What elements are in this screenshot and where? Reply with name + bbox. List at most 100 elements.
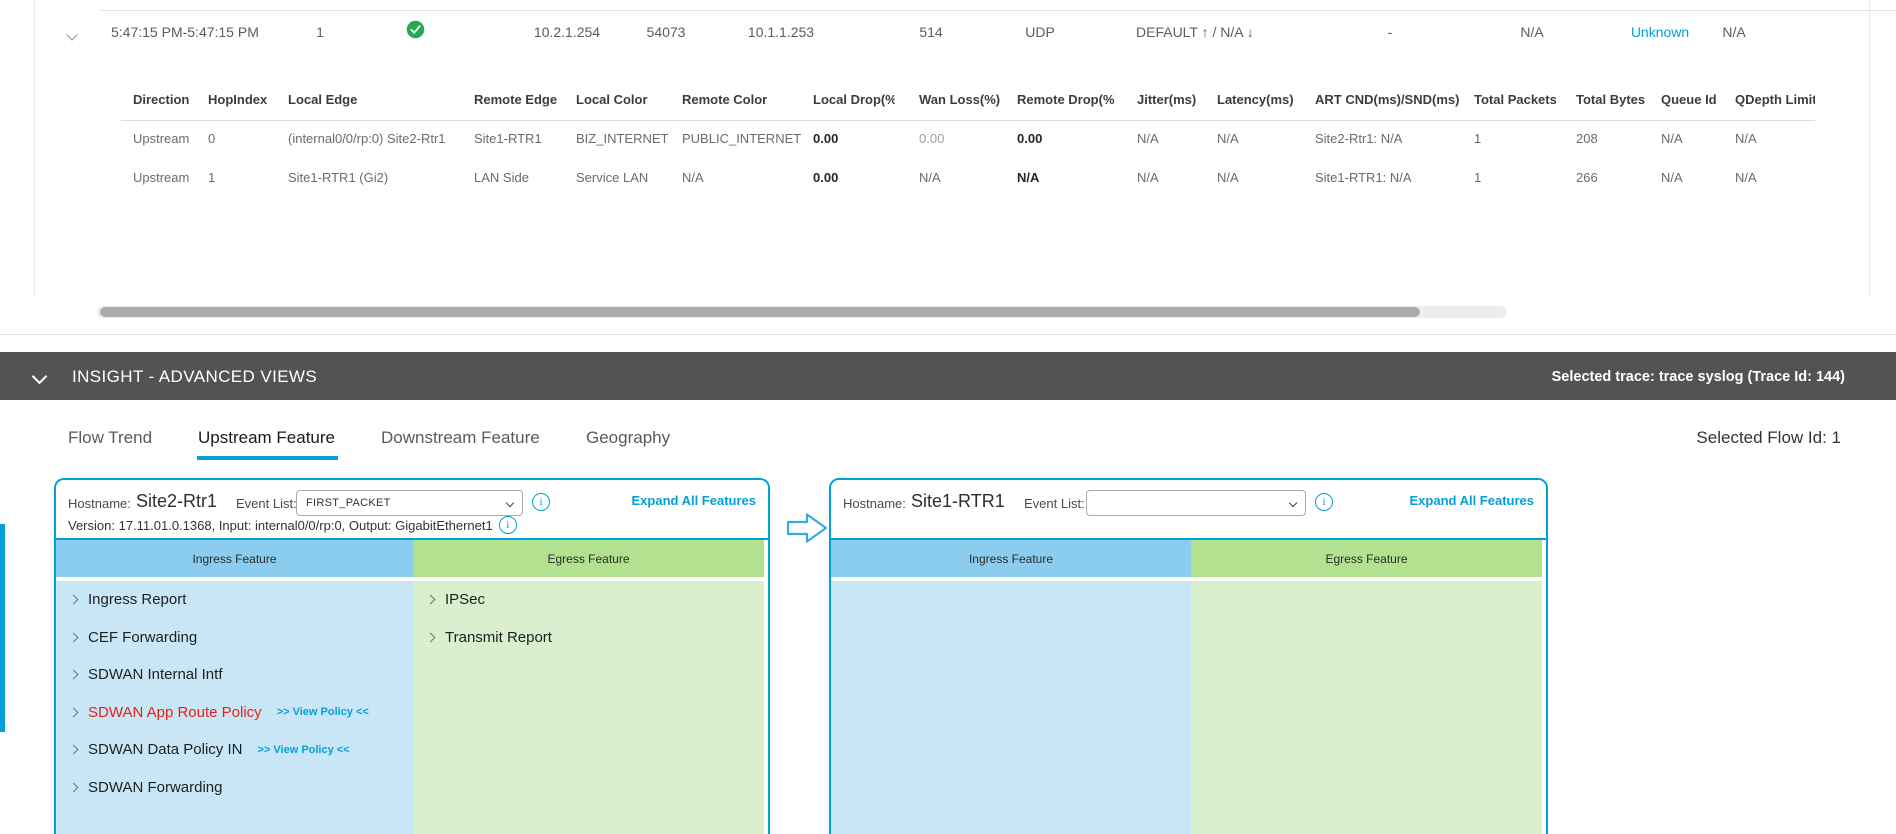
hop-cell: LAN Side [474, 170, 529, 185]
view-policy-link[interactable]: >> View Policy << [257, 744, 349, 756]
flow-time-range: 5:47:15 PM-5:47:15 PM [111, 24, 259, 40]
feature-row-ipsec[interactable]: IPSec [413, 581, 764, 619]
col-hopindex: HopIndex [208, 92, 268, 107]
panel-header: Hostname: Site1-RTR1 Event List: i Expan… [831, 480, 1546, 540]
insight-banner: INSIGHT - ADVANCED VIEWS Selected trace:… [0, 352, 1896, 400]
view-policy-link[interactable]: >> View Policy << [277, 706, 369, 718]
tab-geography[interactable]: Geography [586, 428, 670, 448]
hop-table-header: Direction HopIndex Local Edge Remote Edg… [0, 92, 1815, 112]
flow-protocol: UDP [1025, 24, 1055, 40]
chevron-down-icon[interactable] [31, 368, 48, 387]
info-icon[interactable]: i [498, 516, 517, 534]
col-remote-edge: Remote Edge [474, 92, 558, 107]
col-remote-drop: Remote Drop(%) [1017, 92, 1115, 107]
flow-na-a: N/A [1520, 24, 1544, 40]
feature-row-sdwan-data-policy-in[interactable]: SDWAN Data Policy IN >> View Policy << [56, 731, 413, 769]
hostname-label: Hostname: [843, 496, 906, 511]
hop-cell: 266 [1576, 170, 1598, 185]
feature-row-ingress-report[interactable]: Ingress Report [56, 581, 413, 619]
hop-cell: N/A [919, 170, 941, 185]
chevron-right-icon [425, 594, 436, 605]
col-jitter: Jitter(ms) [1137, 92, 1197, 107]
hop-cell: Site1-RTR1: N/A [1315, 170, 1412, 185]
hop-cell: 1 [1474, 131, 1482, 146]
flow-dash: - [1387, 24, 1393, 40]
selected-trace-label: Selected trace: trace syslog (Trace Id: … [1551, 369, 1845, 385]
flow-src-port: 54073 [646, 24, 686, 40]
col-latency: Latency(ms) [1217, 92, 1294, 107]
horizontal-scrollbar-track[interactable] [97, 306, 1507, 318]
flow-src-ip: 10.2.1.254 [533, 24, 601, 40]
col-qdepth: QDepth Limit/M [1735, 92, 1815, 107]
info-icon[interactable]: i [532, 493, 550, 511]
feature-column-headers: Ingress Feature Egress Feature [56, 540, 768, 577]
flow-hop-count: 1 [316, 24, 324, 40]
hop-cell: Upstream [133, 170, 190, 185]
hop-cell: Upstream [133, 131, 190, 146]
ingress-feature-header: Ingress Feature [831, 540, 1191, 577]
arrow-right-icon [786, 511, 828, 550]
feature-row-sdwan-forwarding[interactable]: SDWAN Forwarding [56, 769, 413, 807]
tab-upstream-feature[interactable]: Upstream Feature [198, 428, 335, 448]
hop-cell: Site1-RTR1 (Gi2) [288, 170, 389, 185]
hop-cell: N/A [1017, 170, 1040, 185]
feature-label: Transmit Report [445, 628, 552, 646]
hostname-value: Site2-Rtr1 [136, 491, 218, 511]
expand-all-features-link[interactable]: Expand All Features [1410, 493, 1535, 508]
section-divider [0, 334, 1896, 335]
col-local-drop: Local Drop(%) [813, 92, 895, 107]
chevron-right-icon [68, 782, 79, 793]
feature-row-cef-forwarding[interactable]: CEF Forwarding [56, 619, 413, 657]
flow-state-link[interactable]: Unknown [1625, 24, 1695, 40]
insight-banner-title: INSIGHT - ADVANCED VIEWS [72, 367, 318, 386]
hop-cell: N/A [1735, 170, 1757, 185]
info-icon[interactable]: i [1315, 493, 1333, 511]
hostname-value: Site1-RTR1 [911, 491, 1005, 511]
chevron-right-icon [68, 669, 79, 680]
col-local-edge: Local Edge [288, 92, 358, 107]
hop-cell: N/A [1735, 131, 1757, 146]
chevron-right-icon [68, 744, 79, 755]
row-expander[interactable] [66, 26, 78, 42]
chevron-right-icon [68, 632, 79, 643]
expand-all-features-link[interactable]: Expand All Features [632, 493, 757, 508]
col-wan-loss: Wan Loss(%) [919, 92, 1001, 107]
feature-row-sdwan-app-route-policy[interactable]: SDWAN App Route Policy >> View Policy << [56, 694, 413, 732]
col-direction: Direction [133, 92, 190, 107]
hop-cell: 0.00 [813, 131, 839, 146]
tab-flow-trend[interactable]: Flow Trend [68, 428, 152, 448]
hop-cell: 0.00 [813, 170, 839, 185]
event-list-dropdown[interactable]: FIRST_PACKET [296, 490, 523, 516]
feature-columns [831, 581, 1546, 834]
tab-downstream-feature[interactable]: Downstream Feature [381, 428, 540, 448]
flow-dscp: DEFAULT ↑ / N/A ↓ [1136, 24, 1254, 40]
egress-feature-list-empty [1191, 581, 1542, 834]
hop-table-header-divider [121, 120, 1815, 121]
event-list-dropdown[interactable] [1086, 490, 1306, 516]
hop-cell: Site2-Rtr1: N/A [1315, 131, 1403, 146]
active-tab-indicator [197, 456, 338, 460]
egress-feature-list: IPSec Transmit Report [413, 581, 764, 834]
col-art: ART CND(ms)/SND(ms) [1315, 92, 1460, 107]
chevron-right-icon [425, 632, 436, 643]
feature-label: IPSec [445, 591, 486, 609]
version-line: Version: 17.11.01.0.1368, Input: interna… [68, 516, 517, 534]
col-remote-color: Remote Color [682, 92, 768, 107]
chevron-down-icon [1288, 498, 1298, 508]
hop-cell: 1 [208, 170, 216, 185]
hop-cell: N/A [1137, 131, 1159, 146]
event-list-label: Event List: [236, 496, 297, 511]
flow-dst-port: 514 [919, 24, 943, 40]
feature-label-alert: SDWAN App Route Policy [88, 703, 262, 721]
feature-row-sdwan-internal-intf[interactable]: SDWAN Internal Intf [56, 656, 413, 694]
feature-row-transmit-report[interactable]: Transmit Report [413, 619, 764, 657]
page-root: 5:47:15 PM-5:47:15 PM 1 10.2.1.254 54073… [0, 0, 1896, 834]
feature-label: SDWAN Data Policy IN [88, 741, 243, 759]
table-top-border [100, 10, 1896, 11]
hostname-label: Hostname: [68, 496, 131, 511]
hop-cell: 0.00 [919, 131, 945, 146]
hop-cell: N/A [1137, 170, 1159, 185]
panel-header: Hostname: Site2-Rtr1 Event List: FIRST_P… [56, 480, 768, 540]
horizontal-scrollbar-thumb[interactable] [100, 307, 1420, 317]
hop-cell: 0 [208, 131, 216, 146]
